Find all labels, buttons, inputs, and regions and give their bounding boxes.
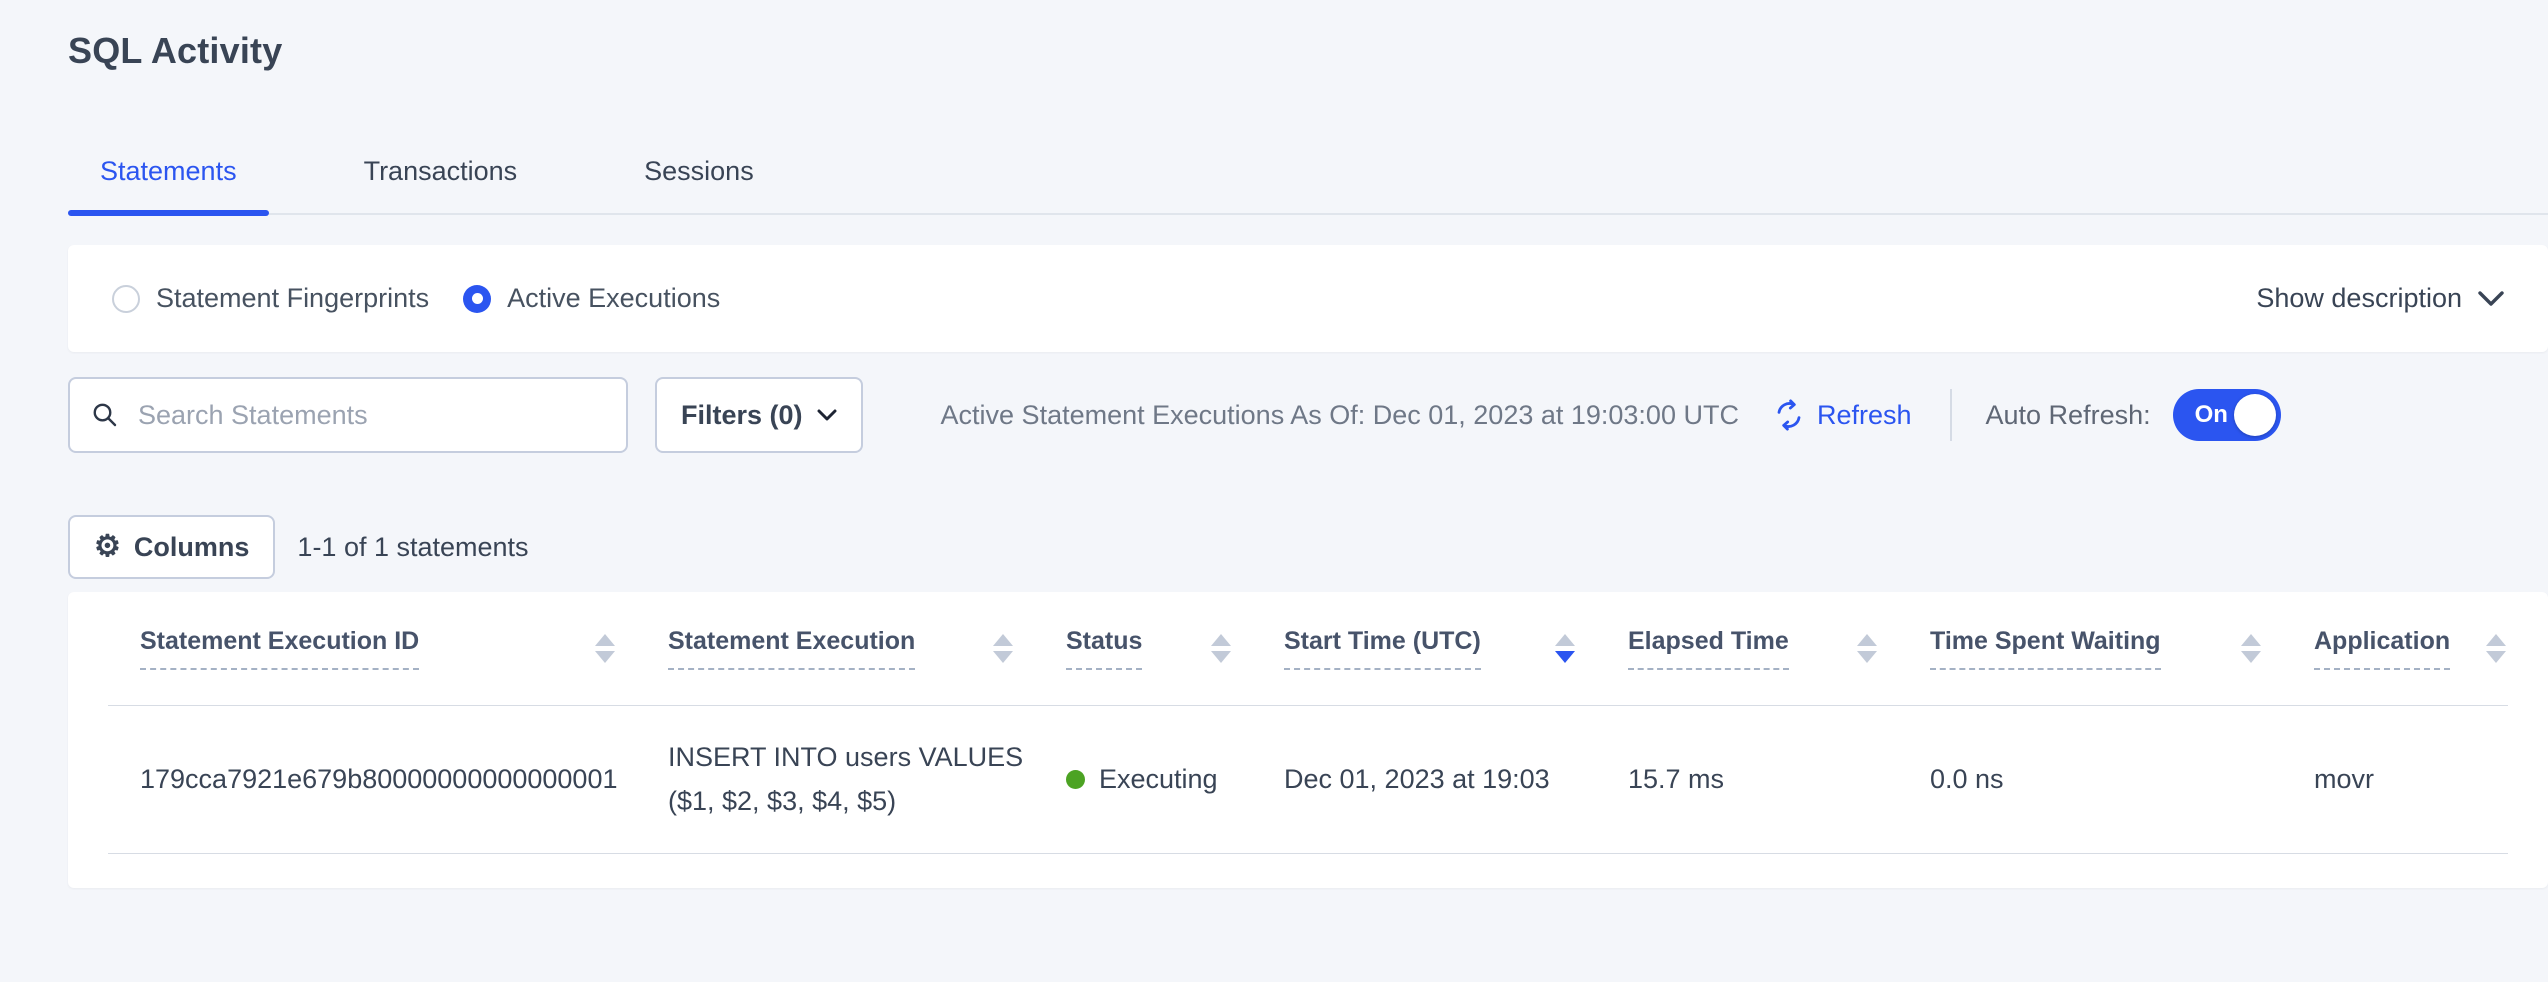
as-of-text: Active Statement Executions As Of: Dec 0… [941,400,1739,431]
table-row[interactable]: 179cca7921e679b80000000000000001 INSERT … [68,706,2548,853]
columns-button[interactable]: ⚙ Columns [68,515,275,579]
status-executing-dot-icon [1066,770,1085,789]
search-box[interactable] [68,377,628,453]
tab-statements[interactable]: Statements [68,148,269,213]
refresh-icon [1773,399,1805,431]
tab-sessions[interactable]: Sessions [612,148,786,213]
page-title: SQL Activity [68,30,282,72]
auto-refresh-toggle[interactable]: On [2173,389,2281,441]
cell-statement: INSERT INTO users VALUES ($1, $2, $3, $4… [668,736,1066,822]
chevron-down-icon [817,409,837,422]
cell-elapsed-time: 15.7 ms [1628,764,1930,795]
toolbar: Filters (0) Active Statement Executions … [68,377,2548,453]
status-label: Executing [1099,764,1218,795]
refresh-button[interactable]: Refresh [1773,399,1912,431]
statements-table-card: Statement Execution ID Statement Executi… [68,592,2548,888]
filters-label: Filters (0) [681,400,803,431]
column-header-statement-execution[interactable]: Statement Execution [668,627,1066,670]
search-icon [90,400,120,430]
radio-label: Statement Fingerprints [156,283,429,314]
column-header-statement-execution-id[interactable]: Statement Execution ID [140,627,668,670]
toolbar-divider [1950,389,1952,441]
gear-icon: ⚙ [94,532,121,562]
column-header-time-spent-waiting[interactable]: Time Spent Waiting [1930,627,2314,670]
radio-active-executions[interactable]: Active Executions [463,283,720,314]
tab-transactions[interactable]: Transactions [332,148,550,213]
sort-icon [2241,634,2261,663]
sort-icon [595,634,615,663]
chevron-down-icon [2478,291,2504,307]
cell-application: movr [2314,764,2516,795]
show-description-label: Show description [2256,283,2462,314]
tab-bar: Statements Transactions Sessions [68,148,2548,215]
cell-status: Executing [1066,764,1284,795]
cell-time-spent-waiting: 0.0 ns [1930,764,2314,795]
cell-execution-id: 179cca7921e679b80000000000000001 [140,764,668,795]
radio-unselected-icon [112,285,140,313]
sort-icon [1211,634,1231,663]
column-header-application[interactable]: Application [2314,627,2516,670]
sql-activity-page: SQL Activity Statements Transactions Ses… [0,0,2548,982]
table-controls-row: ⚙ Columns 1-1 of 1 statements [68,515,529,579]
view-mode-card: Statement Fingerprints Active Executions… [68,245,2548,352]
sort-icon [1857,634,1877,663]
row-divider [108,853,2508,854]
auto-refresh-label: Auto Refresh: [1986,400,2151,431]
column-header-elapsed-time[interactable]: Elapsed Time [1628,627,1930,670]
toggle-state-label: On [2195,401,2228,429]
columns-label: Columns [134,532,250,563]
sort-icon [993,634,1013,663]
radio-statement-fingerprints[interactable]: Statement Fingerprints [112,283,429,314]
sort-icon-active-desc [1555,634,1575,663]
radio-label: Active Executions [507,283,720,314]
refresh-label: Refresh [1817,400,1912,431]
radio-selected-icon [463,285,491,313]
column-header-start-time[interactable]: Start Time (UTC) [1284,627,1628,670]
cell-start-time: Dec 01, 2023 at 19:03 [1284,764,1628,795]
toggle-knob [2234,394,2276,436]
column-header-status[interactable]: Status [1066,627,1284,670]
show-description-toggle[interactable]: Show description [2256,283,2504,314]
table-header-row: Statement Execution ID Statement Executi… [68,592,2548,705]
sort-icon [2486,634,2506,663]
result-count: 1-1 of 1 statements [297,532,528,563]
filters-button[interactable]: Filters (0) [655,377,863,453]
search-input[interactable] [136,399,606,432]
